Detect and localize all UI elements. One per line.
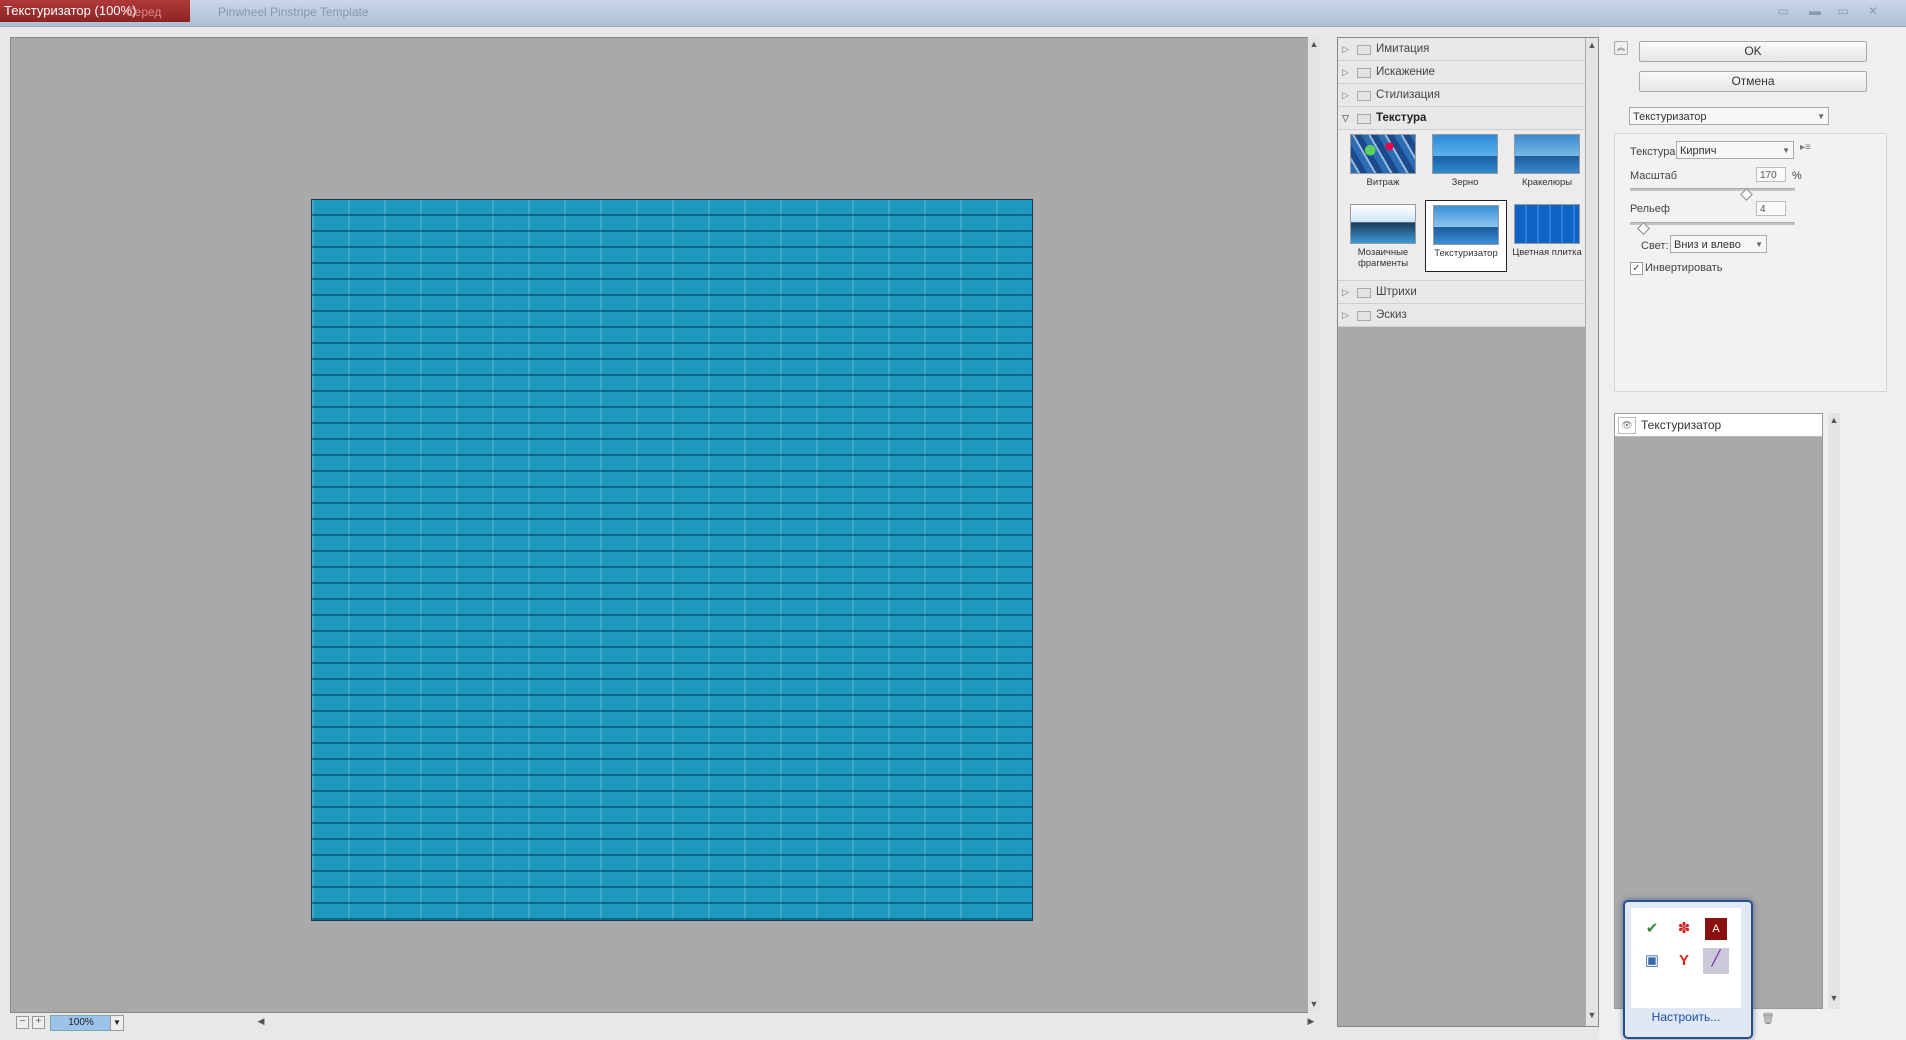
zoom-out-button[interactable]: −: [16, 1016, 29, 1029]
filter-thumb-texturizer[interactable]: Текстуризатор: [1425, 200, 1507, 272]
relief-input[interactable]: 4: [1756, 201, 1786, 216]
craquelure-preview: [1514, 134, 1580, 174]
texture-label: Текстура:: [1630, 146, 1679, 158]
pen-icon[interactable]: ╱: [1703, 948, 1729, 974]
background-tab-1[interactable]: Серед: [126, 3, 161, 21]
effect-layer-name: Текстуризатор: [1641, 418, 1722, 432]
filter-thumb-craquelure[interactable]: Кракелюры: [1507, 130, 1587, 188]
scroll-up-icon[interactable]: ▲: [1308, 39, 1320, 49]
texture-menu-icon[interactable]: ▸≡: [1800, 142, 1811, 153]
filter-thumb-mosaic-tiles[interactable]: Мозаичные фрагменты: [1343, 200, 1423, 269]
folder-icon: [1357, 68, 1371, 78]
preview-area[interactable]: [10, 37, 1312, 1013]
scroll-up-icon[interactable]: ▲: [1828, 415, 1840, 425]
collapse-gallery-icon[interactable]: ︽: [1614, 41, 1628, 55]
image-icon[interactable]: ▣: [1641, 950, 1663, 972]
light-select[interactable]: Вниз и влево ▼: [1670, 235, 1767, 253]
minimize-icon[interactable]: ▬: [1808, 4, 1822, 18]
expand-icon: ▷: [1342, 90, 1349, 100]
ok-button[interactable]: OK: [1639, 41, 1867, 62]
close-icon[interactable]: ✕: [1866, 4, 1880, 18]
filter-gallery-dialog: ▲ ▼ − + 100% ▼ ◀ ▶ ▷ Имитация ▷ Искажени…: [0, 26, 1906, 1040]
folder-open-icon: [1357, 114, 1371, 124]
filter-parameters: Текстура: Кирпич ▼ ▸≡ Масштаб 170 % Релье…: [1614, 133, 1887, 392]
folder-icon: [1357, 288, 1371, 298]
invert-checkbox[interactable]: ✓: [1630, 262, 1643, 275]
background-tab-2[interactable]: Pinwheel Pinstripe Template: [218, 3, 369, 21]
layers-scrollbar[interactable]: ▲ ▼: [1828, 413, 1840, 1009]
tile-icon[interactable]: ▭: [1776, 4, 1790, 18]
relief-label: Рельеф: [1630, 203, 1670, 215]
window-title: Текстуризатор (100%): [0, 0, 190, 22]
zoom-field[interactable]: 100%: [50, 1015, 112, 1031]
preview-horizontal-scrollbar[interactable]: ◀ ▶: [255, 1016, 1315, 1028]
expand-icon: ▷: [1342, 287, 1349, 297]
folder-icon: [1357, 91, 1371, 101]
effect-layer-row[interactable]: 👁 Текстуризатор: [1615, 414, 1822, 437]
chevron-down-icon: ▼: [1755, 240, 1763, 249]
scroll-down-icon[interactable]: ▼: [1586, 1010, 1598, 1020]
expand-icon: ▷: [1342, 310, 1349, 320]
filter-thumb-patchwork[interactable]: Цветная плитка: [1507, 200, 1587, 258]
filter-gallery-panel: ▷ Имитация ▷ Искажение ▷ Стилизация ▽ Те…: [1337, 37, 1599, 1027]
grain-preview: [1432, 134, 1498, 174]
scale-slider[interactable]: [1630, 188, 1795, 201]
scroll-up-icon[interactable]: ▲: [1586, 40, 1598, 50]
cancel-button[interactable]: Отмена: [1639, 71, 1867, 92]
texturizer-preview: [1433, 205, 1499, 245]
eye-icon[interactable]: 👁: [1618, 417, 1636, 434]
scale-input[interactable]: 170: [1756, 167, 1786, 182]
restore-icon[interactable]: ▭: [1836, 4, 1850, 18]
preview-vertical-scrollbar[interactable]: ▲ ▼: [1308, 37, 1320, 1013]
zoom-in-button[interactable]: +: [32, 1016, 45, 1029]
collapse-icon: ▽: [1342, 113, 1349, 123]
chevron-down-icon: ▼: [1817, 112, 1825, 121]
scale-label: Масштаб: [1630, 170, 1678, 182]
scroll-down-icon[interactable]: ▼: [1308, 999, 1320, 1009]
patchwork-preview: [1514, 204, 1580, 244]
configure-tray-link[interactable]: Настроить...: [1625, 1010, 1747, 1024]
stained-glass-preview: [1350, 134, 1416, 174]
scale-unit: %: [1792, 170, 1802, 182]
expand-icon: ▷: [1342, 67, 1349, 77]
delete-layer-icon[interactable]: 🗑: [1761, 1012, 1775, 1025]
relief-slider-handle[interactable]: [1637, 222, 1651, 235]
category-sketch[interactable]: ▷ Эскиз: [1338, 304, 1585, 327]
relief-slider[interactable]: [1630, 222, 1795, 235]
scroll-left-icon[interactable]: ◀: [255, 1016, 267, 1027]
scale-slider-handle[interactable]: [1739, 188, 1753, 201]
mosaic-tiles-preview: [1350, 204, 1416, 244]
category-strokes[interactable]: ▷ Штрихи: [1338, 281, 1585, 304]
shield-check-icon[interactable]: ✔: [1641, 918, 1663, 940]
folder-icon: [1357, 311, 1371, 321]
category-stylize[interactable]: ▷ Стилизация: [1338, 84, 1585, 107]
texture-filter-thumbnails: Витраж Зерно Кракелюры Мозаичные фрагмен…: [1338, 130, 1585, 281]
filter-thumb-stained-glass[interactable]: Витраж: [1343, 130, 1423, 188]
window-titlebar: Текстуризатор (100%) Серед Pinwheel Pins…: [0, 0, 1906, 26]
filter-thumb-grain[interactable]: Зерно: [1425, 130, 1505, 188]
notification-tray-popup: ✔ ✽ A ▣ Y ╱ Настроить...: [1623, 900, 1753, 1039]
paw-icon[interactable]: ✽: [1673, 918, 1695, 940]
pdf-icon[interactable]: A: [1705, 918, 1727, 940]
scroll-right-icon[interactable]: ▶: [1305, 1016, 1317, 1027]
zoom-dropdown[interactable]: ▼: [110, 1015, 124, 1031]
category-distortion[interactable]: ▷ Искажение: [1338, 61, 1585, 84]
texture-select[interactable]: Кирпич ▼: [1676, 141, 1794, 159]
light-label: Свет:: [1641, 240, 1669, 252]
chevron-down-icon: ▼: [1782, 146, 1790, 155]
invert-label: Инвертировать: [1645, 262, 1723, 274]
category-imitation[interactable]: ▷ Имитация: [1338, 38, 1585, 61]
texture-preview-canvas[interactable]: [311, 199, 1033, 921]
expand-icon: ▷: [1342, 44, 1349, 54]
preview-statusbar: − + 100% ▼ ◀ ▶: [10, 1014, 1315, 1031]
filter-select[interactable]: Текстуризатор ▼: [1629, 107, 1829, 125]
gallery-scrollbar[interactable]: ▲ ▼: [1586, 38, 1598, 1026]
settings-panel: ︽ OK Отмена Текстуризатор ▼ Текстура: Кир…: [1599, 27, 1906, 1040]
category-texture[interactable]: ▽ Текстура: [1338, 107, 1585, 130]
yandex-icon[interactable]: Y: [1673, 950, 1695, 972]
scroll-down-icon[interactable]: ▼: [1828, 993, 1840, 1003]
folder-icon: [1357, 45, 1371, 55]
